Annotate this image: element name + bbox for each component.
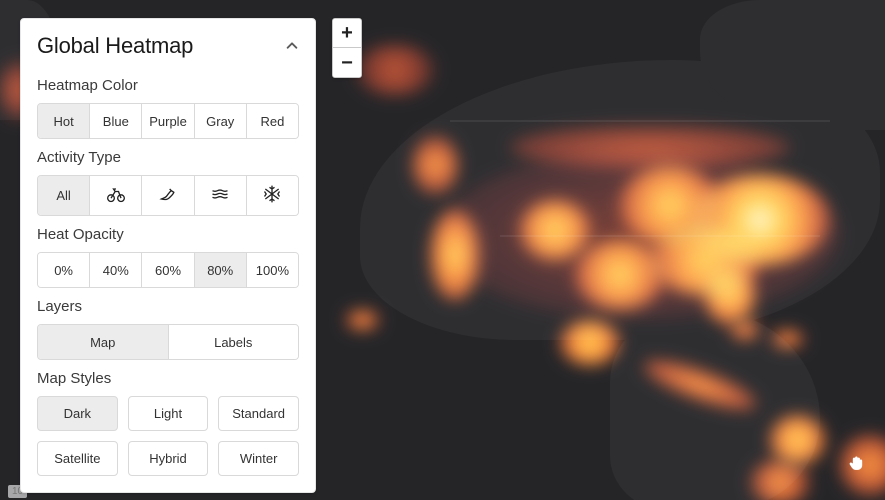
- activity-winter-button[interactable]: [247, 176, 298, 215]
- layers-group: Map Labels: [37, 324, 299, 360]
- heatmap-color-group: Hot Blue Purple Gray Red: [37, 103, 299, 139]
- section-label-heatmap-color: Heatmap Color: [37, 77, 299, 94]
- activity-type-group: All: [37, 175, 299, 216]
- color-hot-button[interactable]: Hot: [38, 104, 90, 138]
- panel-header[interactable]: Global Heatmap: [37, 33, 299, 59]
- section-label-map-styles: Map Styles: [37, 370, 299, 387]
- activity-swimming-button[interactable]: [195, 176, 247, 215]
- style-hybrid-button[interactable]: Hybrid: [128, 441, 209, 476]
- color-red-button[interactable]: Red: [247, 104, 298, 138]
- style-winter-button[interactable]: Winter: [218, 441, 299, 476]
- opacity-40-button[interactable]: 40%: [90, 253, 142, 287]
- zoom-in-button[interactable]: +: [333, 19, 361, 48]
- opacity-0-button[interactable]: 0%: [38, 253, 90, 287]
- opacity-80-button[interactable]: 80%: [195, 253, 247, 287]
- cycling-icon: [106, 184, 126, 207]
- opacity-100-button[interactable]: 100%: [247, 253, 298, 287]
- style-light-button[interactable]: Light: [128, 396, 209, 431]
- chevron-up-icon[interactable]: [285, 39, 299, 53]
- panel-title: Global Heatmap: [37, 33, 193, 59]
- layer-map-button[interactable]: Map: [38, 325, 169, 359]
- winter-sport-icon: [262, 184, 282, 207]
- style-dark-button[interactable]: Dark: [37, 396, 118, 431]
- activity-cycling-button[interactable]: [90, 176, 142, 215]
- heatmap-panel: Global Heatmap Heatmap Color Hot Blue Pu…: [20, 18, 316, 493]
- style-standard-button[interactable]: Standard: [218, 396, 299, 431]
- style-satellite-button[interactable]: Satellite: [37, 441, 118, 476]
- color-purple-button[interactable]: Purple: [142, 104, 194, 138]
- heat-opacity-group: 0% 40% 60% 80% 100%: [37, 252, 299, 288]
- layer-labels-button[interactable]: Labels: [169, 325, 299, 359]
- zoom-out-button[interactable]: −: [333, 48, 361, 77]
- grab-cursor-icon: [847, 454, 865, 472]
- color-gray-button[interactable]: Gray: [195, 104, 247, 138]
- section-label-layers: Layers: [37, 298, 299, 315]
- running-icon: [158, 184, 178, 207]
- activity-all-button[interactable]: All: [38, 176, 90, 215]
- activity-running-button[interactable]: [142, 176, 194, 215]
- opacity-60-button[interactable]: 60%: [142, 253, 194, 287]
- section-label-activity-type: Activity Type: [37, 149, 299, 166]
- map-styles-row2: Satellite Hybrid Winter: [37, 441, 299, 476]
- swimming-icon: [210, 184, 230, 207]
- color-blue-button[interactable]: Blue: [90, 104, 142, 138]
- section-label-heat-opacity: Heat Opacity: [37, 226, 299, 243]
- map-styles-row1: Dark Light Standard: [37, 396, 299, 431]
- zoom-control: + −: [332, 18, 362, 78]
